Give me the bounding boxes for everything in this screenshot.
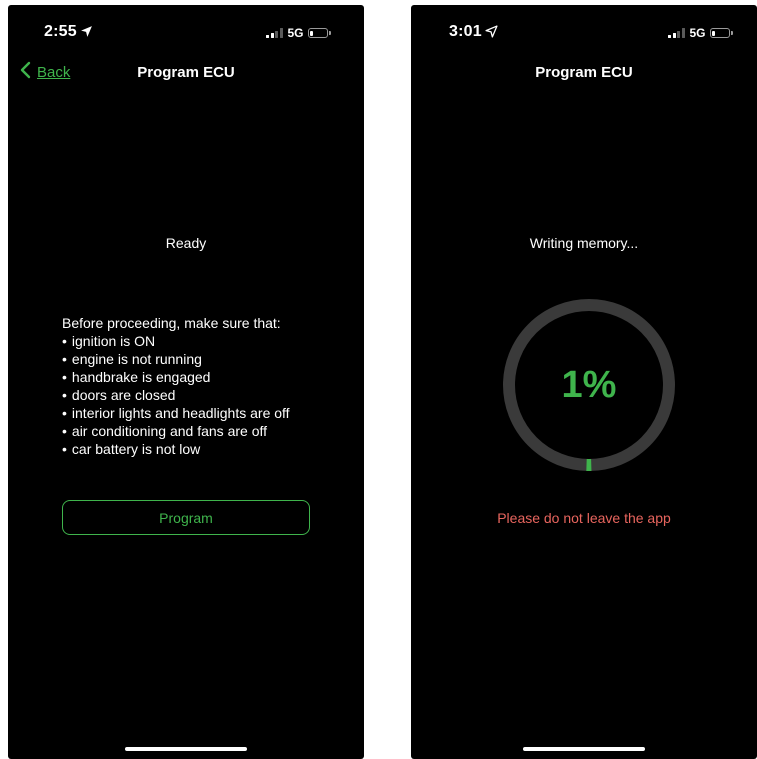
page-title: Program ECU [137, 64, 235, 81]
checklist-item: handbrake is engaged [62, 368, 344, 386]
progress-percent: 1% [561, 363, 617, 406]
checklist-item: air conditioning and fans are off [62, 422, 344, 440]
status-time: 3:01 [449, 23, 498, 43]
status-indicators: 5G [668, 26, 733, 40]
battery-tip [730, 31, 733, 35]
home-indicator[interactable] [523, 747, 645, 751]
network-label: 5G [689, 26, 706, 40]
checklist-item: interior lights and headlights are off [62, 404, 344, 422]
checklist-item: ignition is ON [62, 332, 344, 350]
progress-ring: 1% [499, 295, 679, 475]
home-indicator[interactable] [125, 747, 247, 751]
status-time-text: 2:55 [44, 23, 77, 40]
status-bar: 3:01 5G [411, 5, 757, 60]
battery-icon [307, 28, 328, 38]
status-text: Ready [165, 235, 207, 251]
battery-tip [328, 31, 331, 35]
phone-screen-writing: 3:01 5G Program ECU Writing memory... 1%… [411, 5, 757, 759]
phone-screen-ready: 2:55 5G Back Program ECU Ready Before pr… [8, 5, 364, 759]
status-text: Writing memory... [529, 235, 639, 251]
status-bar: 2:55 5G [8, 5, 364, 60]
page-title: Program ECU [535, 64, 633, 81]
signal-icon [266, 28, 283, 38]
battery-icon [709, 28, 730, 38]
checklist-heading: Before proceeding, make sure that: [62, 315, 281, 331]
signal-icon [668, 28, 685, 38]
location-arrow-icon [80, 25, 93, 43]
warning-text: Please do not leave the app [497, 510, 671, 526]
network-label: 5G [287, 26, 304, 40]
checklist-item: doors are closed [62, 386, 344, 404]
location-arrow-icon [485, 25, 498, 43]
status-indicators: 5G [266, 26, 331, 40]
status-time-text: 3:01 [449, 23, 482, 40]
checklist-item: car battery is not low [62, 440, 344, 458]
checklist-item: engine is not running [62, 350, 344, 368]
status-time: 2:55 [44, 23, 93, 43]
program-button[interactable]: Program [62, 500, 310, 535]
checklist: Before proceeding, make sure that: ignit… [62, 314, 344, 458]
